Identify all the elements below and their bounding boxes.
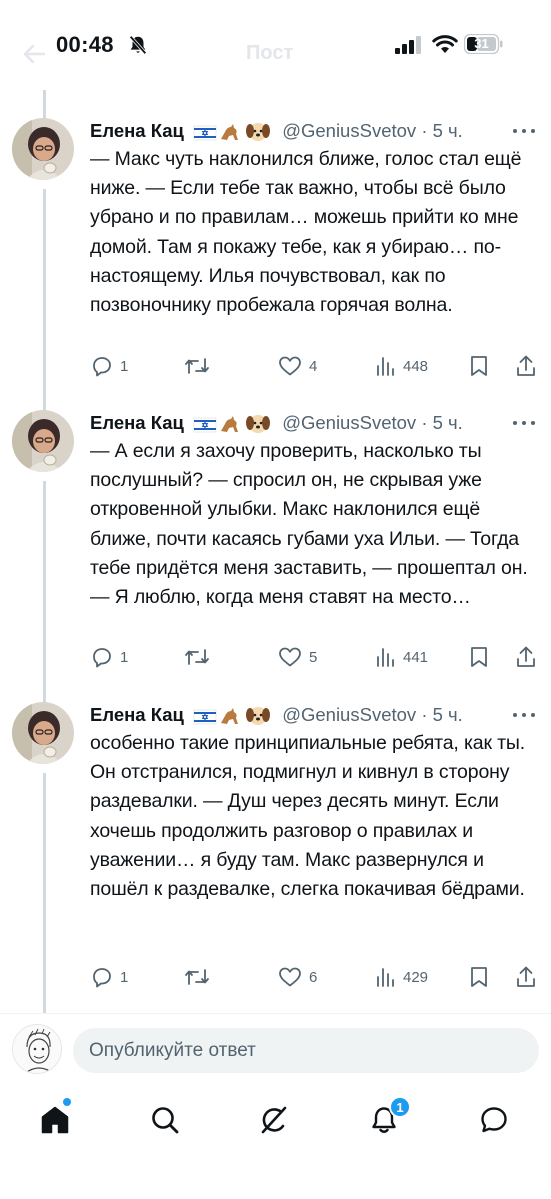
share-icon: [517, 646, 535, 667]
more-icon[interactable]: [512, 420, 536, 426]
messages-icon: [481, 1107, 507, 1133]
post-time[interactable]: · 5 ч.: [421, 704, 463, 725]
my-avatar[interactable]: [12, 1024, 62, 1074]
tweet-header: Елена Кац @GeniusSvetov · 5 ч.: [90, 410, 463, 436]
nav-search[interactable]: [137, 1092, 193, 1148]
author-handle[interactable]: @GeniusSvetov: [282, 120, 416, 141]
share-icon: [517, 355, 535, 376]
views-button[interactable]: 441: [373, 644, 428, 670]
search-icon: [152, 1107, 179, 1134]
nav-grok[interactable]: [246, 1092, 302, 1148]
heart-icon: [279, 356, 301, 376]
nav-messages[interactable]: [466, 1092, 522, 1148]
bell-off-icon: [129, 35, 147, 55]
tweet-text: особенно такие принципиальные ребята, ка…: [90, 732, 526, 901]
repost-icon: [185, 358, 209, 374]
author-name[interactable]: Елена Кац: [90, 704, 184, 725]
views-count: 429: [403, 968, 429, 986]
repost-button[interactable]: [184, 353, 216, 379]
back-arrow-icon[interactable]: [22, 44, 46, 64]
views-count: 441: [403, 648, 429, 666]
reply-button[interactable]: 1: [90, 353, 128, 379]
author-name[interactable]: Елена Кац: [90, 412, 184, 433]
repost-button[interactable]: [184, 964, 216, 990]
battery-icon: 31: [463, 33, 504, 55]
tweet-header: Елена Кац @GeniusSvetov · 5 ч.: [90, 118, 463, 144]
reply-icon: [93, 968, 111, 988]
tweet[interactable]: Елена Кац @GeniusSvetov · 5 ч. — Макс чу…: [0, 118, 551, 388]
bookmark-icon: [471, 967, 487, 987]
share-button[interactable]: [514, 353, 538, 379]
avatar[interactable]: [12, 410, 74, 472]
notifications-badge: 1: [389, 1096, 411, 1118]
author-handle[interactable]: @GeniusSvetov: [282, 412, 416, 433]
tweet-header: Елена Кац @GeniusSvetov · 5 ч.: [90, 702, 463, 728]
clock: 00:48: [56, 32, 114, 57]
views-button[interactable]: 448: [373, 353, 428, 379]
views-count: 448: [403, 357, 429, 375]
bookmark-icon: [471, 647, 487, 667]
post-time[interactable]: · 5 ч.: [421, 412, 463, 433]
wifi-icon: [432, 35, 458, 53]
reply-icon: [93, 648, 111, 668]
tweet[interactable]: Елена Кац @GeniusSvetov · 5 ч. — А если …: [0, 410, 551, 680]
tweet-text: — Макс чуть наклонился ближе, голос стал…: [90, 148, 522, 317]
reply-icon: [93, 357, 111, 377]
reply-count: 1: [120, 968, 129, 986]
author-handle[interactable]: @GeniusSvetov: [282, 704, 416, 725]
repost-button[interactable]: [184, 644, 216, 670]
views-button[interactable]: 429: [373, 964, 428, 990]
bookmark-button[interactable]: [468, 353, 490, 379]
post-time[interactable]: · 5 ч.: [421, 120, 463, 141]
home-icon: [41, 1106, 69, 1134]
share-button[interactable]: [514, 964, 538, 990]
share-button[interactable]: [514, 644, 538, 670]
reply-button[interactable]: 1: [90, 644, 128, 670]
profile-emoji-icons: [193, 119, 277, 145]
reply-divider: [0, 1013, 551, 1014]
reply-button[interactable]: 1: [90, 964, 128, 990]
thread-line: [43, 90, 46, 118]
header-title: Пост: [246, 42, 294, 64]
like-button[interactable]: 4: [277, 353, 317, 379]
reply-count: 1: [120, 648, 129, 666]
bookmark-button[interactable]: [468, 964, 490, 990]
profile-emoji-icons: [193, 703, 277, 729]
heart-icon: [279, 647, 301, 667]
views-icon: [377, 357, 394, 376]
nav-home[interactable]: [27, 1092, 83, 1148]
tweet-actions: 1 5 441: [0, 644, 551, 670]
more-icon[interactable]: [512, 712, 536, 718]
tweet-actions: 1 4 448: [0, 353, 551, 379]
repost-icon: [185, 649, 209, 665]
home-unread-dot: [63, 1098, 71, 1106]
bookmark-button[interactable]: [468, 644, 490, 670]
tweet-text: — А если я захочу проверить, насколько т…: [90, 440, 528, 609]
tweet-actions: 1 6 429: [0, 964, 551, 990]
bookmark-icon: [471, 356, 487, 376]
reply-input[interactable]: Опубликуйте ответ: [73, 1028, 539, 1073]
profile-emoji-icons: [193, 411, 277, 437]
like-count: 6: [309, 968, 318, 986]
author-name[interactable]: Елена Кац: [90, 120, 184, 141]
like-count: 4: [309, 357, 318, 375]
heart-icon: [279, 967, 301, 987]
more-icon[interactable]: [512, 128, 536, 134]
like-button[interactable]: 5: [277, 644, 317, 670]
views-icon: [377, 968, 394, 987]
views-icon: [377, 648, 394, 667]
avatar[interactable]: [12, 118, 74, 180]
share-icon: [517, 966, 535, 987]
signal-icon: [395, 36, 421, 54]
battery-level: 31: [474, 36, 489, 51]
like-count: 5: [309, 648, 318, 666]
like-button[interactable]: 6: [277, 964, 317, 990]
avatar[interactable]: [12, 702, 74, 764]
tweet[interactable]: Елена Кац @GeniusSvetov · 5 ч. особенно …: [0, 702, 551, 1002]
repost-icon: [185, 969, 209, 985]
grok-icon: [261, 1106, 287, 1134]
status-bar: 00:48 Пост 31: [0, 0, 551, 90]
reply-count: 1: [120, 357, 129, 375]
bottom-nav: [0, 1092, 551, 1148]
